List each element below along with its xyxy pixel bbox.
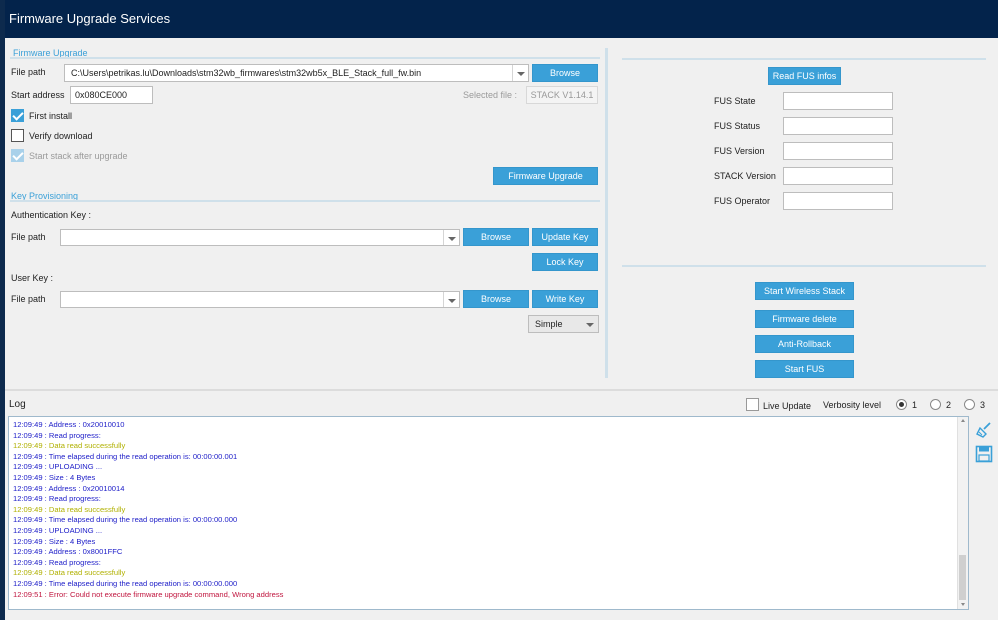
save-log-icon[interactable]: [975, 445, 993, 463]
firmware-browse-button[interactable]: Browse: [532, 64, 598, 82]
verbosity-radio-3[interactable]: [964, 399, 975, 410]
lock-key-button[interactable]: Lock Key: [532, 253, 598, 271]
file-path-label: File path: [11, 67, 46, 77]
fus-state-field: [783, 92, 893, 110]
log-line: 12:09:49 : Time elapsed during the read …: [13, 578, 238, 588]
chevron-down-icon[interactable]: [443, 230, 459, 245]
log-line: 12:09:49 : Time elapsed during the read …: [13, 515, 238, 525]
scroll-down-icon[interactable]: [961, 603, 965, 606]
section-divider: [622, 58, 986, 60]
fus-operator-label: FUS Operator: [714, 196, 771, 206]
verbosity-label: Verbosity level: [823, 400, 882, 410]
key-type-select[interactable]: Simple: [528, 315, 599, 333]
clear-log-icon[interactable]: [975, 421, 993, 439]
verify-download-checkbox[interactable]: [11, 129, 24, 142]
selected-file-label: Selected file :: [463, 90, 518, 100]
selected-file-value: STACK V1.14.1: [526, 86, 598, 104]
start-stack-label: Start stack after upgrade: [29, 151, 128, 161]
log-line: 12:09:49 : Data read successfully: [13, 504, 126, 514]
firmware-file-path-value: C:\Users\petrikas.lu\Downloads\stm32wb_f…: [71, 68, 422, 78]
user-file-path-label: File path: [11, 294, 46, 304]
log-line: 12:09:49 : Time elapsed during the read …: [13, 451, 238, 461]
start-address-label: Start address: [11, 90, 65, 100]
log-line: 12:09:49 : Read progress:: [13, 557, 101, 567]
log-separator: [5, 389, 998, 391]
start-stack-checkbox: [11, 149, 24, 162]
start-fus-button[interactable]: Start FUS: [755, 360, 854, 378]
log-line: 12:09:49 : Size : 4 Bytes: [13, 472, 96, 482]
read-fus-infos-button[interactable]: Read FUS infos: [768, 67, 841, 85]
panel-divider: [605, 48, 608, 378]
user-key-label: User Key :: [11, 273, 54, 283]
log-title: Log: [9, 399, 26, 410]
window-edge: [0, 0, 5, 620]
log-line: 12:09:49 : Size : 4 Bytes: [13, 536, 96, 546]
log-line: 12:09:49 : Address : 0x8001FFC: [13, 547, 123, 557]
auth-key-label: Authentication Key :: [11, 210, 92, 220]
section-divider: [10, 57, 600, 59]
verbosity-radio-1[interactable]: [896, 399, 907, 410]
log-scroll-thumb[interactable]: [959, 555, 966, 600]
user-key-file-combo[interactable]: [60, 291, 460, 308]
chevron-down-icon[interactable]: [443, 292, 459, 307]
log-line: 12:09:49 : Address : 0x20010010: [13, 420, 125, 429]
window-title: Firmware Upgrade Services: [5, 0, 998, 38]
key-type-value: Simple: [535, 319, 563, 329]
log-line: 12:09:51 : Error: Could not execute firm…: [13, 589, 284, 599]
log-line: 12:09:49 : Data read successfully: [13, 441, 126, 451]
live-update-label: Live Update: [763, 401, 812, 411]
log-line: 12:09:49 : UPLOADING ...: [13, 525, 103, 535]
update-key-button[interactable]: Update Key: [532, 228, 598, 246]
stack-version-label: STACK Version: [714, 171, 776, 181]
auth-key-file-combo[interactable]: [60, 229, 460, 246]
verbosity-radio-2[interactable]: [930, 399, 941, 410]
firmware-delete-button[interactable]: Firmware delete: [755, 310, 854, 328]
log-panel[interactable]: 12:09:49 : Address : 0x20010010 12:09:49 …: [8, 416, 969, 610]
log-line: 12:09:49 : Read progress:: [13, 494, 101, 504]
start-address-input[interactable]: 0x080CE000: [70, 86, 153, 104]
fus-status-field: [783, 117, 893, 135]
user-key-browse-button[interactable]: Browse: [463, 290, 529, 308]
log-scrollbar[interactable]: [957, 417, 968, 609]
fus-version-field: [783, 142, 893, 160]
scroll-up-icon[interactable]: [961, 419, 965, 422]
stack-version-field: [783, 167, 893, 185]
anti-rollback-button[interactable]: Anti-Rollback: [755, 335, 854, 353]
auth-file-path-label: File path: [11, 232, 46, 242]
chevron-down-icon[interactable]: [582, 316, 598, 332]
verify-download-label: Verify download: [29, 131, 93, 141]
fus-state-label: FUS State: [714, 96, 756, 106]
chevron-down-icon[interactable]: [512, 65, 528, 81]
first-install-checkbox[interactable]: [11, 109, 24, 122]
verbosity-option-2: 2: [946, 400, 952, 410]
section-divider: [10, 200, 600, 202]
start-wireless-stack-button[interactable]: Start Wireless Stack: [755, 282, 854, 300]
section-divider: [622, 265, 986, 267]
log-line: 12:09:49 : Read progress:: [13, 430, 101, 440]
log-line: 12:09:49 : Data read successfully: [13, 568, 126, 578]
log-line: 12:09:49 : Address : 0x20010014: [13, 483, 125, 493]
fus-status-label: FUS Status: [714, 121, 761, 131]
write-key-button[interactable]: Write Key: [532, 290, 598, 308]
auth-key-browse-button[interactable]: Browse: [463, 228, 529, 246]
fus-operator-field: [783, 192, 893, 210]
first-install-label: First install: [29, 111, 73, 121]
verbosity-option-1: 1: [912, 400, 918, 410]
firmware-file-path-combo[interactable]: C:\Users\petrikas.lu\Downloads\stm32wb_f…: [64, 64, 529, 82]
log-line: 12:09:49 : UPLOADING ...: [13, 462, 103, 472]
firmware-upgrade-button[interactable]: Firmware Upgrade: [493, 167, 598, 185]
live-update-checkbox[interactable]: [746, 398, 759, 411]
log-lines: 12:09:49 : Address : 0x20010010 12:09:49 …: [9, 417, 968, 600]
verbosity-option-3: 3: [980, 400, 986, 410]
fus-version-label: FUS Version: [714, 146, 765, 156]
